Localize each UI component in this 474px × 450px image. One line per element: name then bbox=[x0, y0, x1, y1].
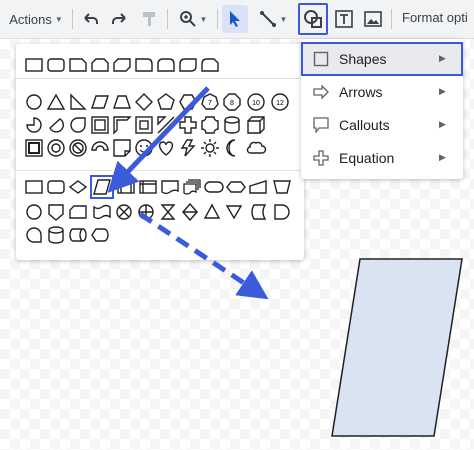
annotation-arrow-solid bbox=[107, 86, 210, 193]
annotation-overlay bbox=[107, 86, 269, 300]
annotation-arrow-dashed bbox=[138, 211, 269, 300]
